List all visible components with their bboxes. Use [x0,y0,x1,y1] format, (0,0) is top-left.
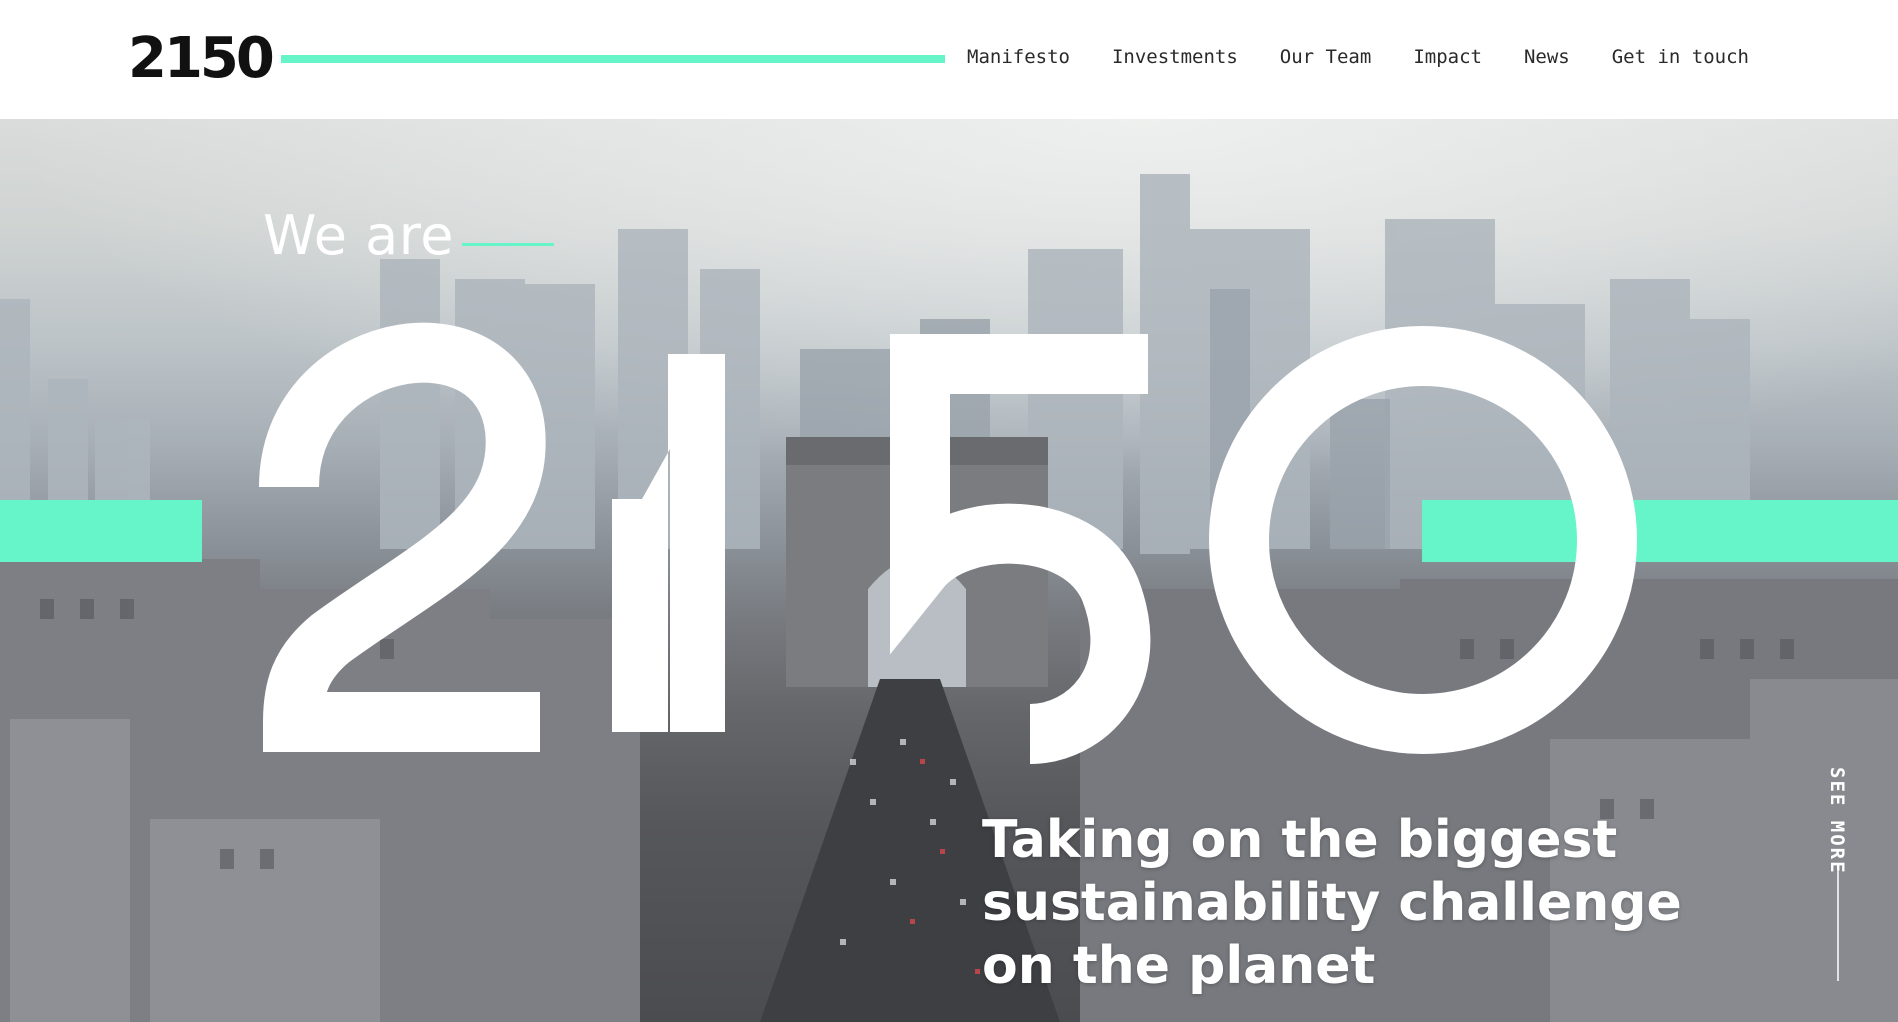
nav-link-manifesto[interactable]: Manifesto [967,46,1070,68]
big-digit-1 [612,354,725,732]
hero-tagline-line-1: Taking on the biggest [982,810,1618,870]
site-header: 2150 Manifesto Investments Our Team Impa… [0,0,1898,119]
nav-link-investments[interactable]: Investments [1112,46,1238,68]
logo-accent-rule [281,55,945,63]
nav-link-impact[interactable]: Impact [1413,46,1482,68]
site-logo[interactable]: 2150 [128,31,275,87]
nav-link-our-team[interactable]: Our Team [1280,46,1372,68]
see-more-link[interactable]: SEE MORE [1826,767,1848,875]
hero-tagline-line-2: sustainability challenge [982,873,1682,933]
scroll-indicator-line-icon [1837,871,1839,981]
main-nav: Manifesto Investments Our Team Impact Ne… [967,46,1749,68]
hero-tagline-line-3: on the planet [982,936,1376,996]
nav-link-get-in-touch[interactable]: Get in touch [1612,46,1749,68]
nav-link-news[interactable]: News [1524,46,1570,68]
hero-tagline: Taking on the biggest sustainability cha… [982,809,1702,998]
big-digit-5 [890,334,1151,764]
big-digit-2 [259,322,546,752]
big-digit-0 [1209,326,1637,754]
hero-section: We are Taking on the biggest sustainabil… [0,119,1898,1022]
